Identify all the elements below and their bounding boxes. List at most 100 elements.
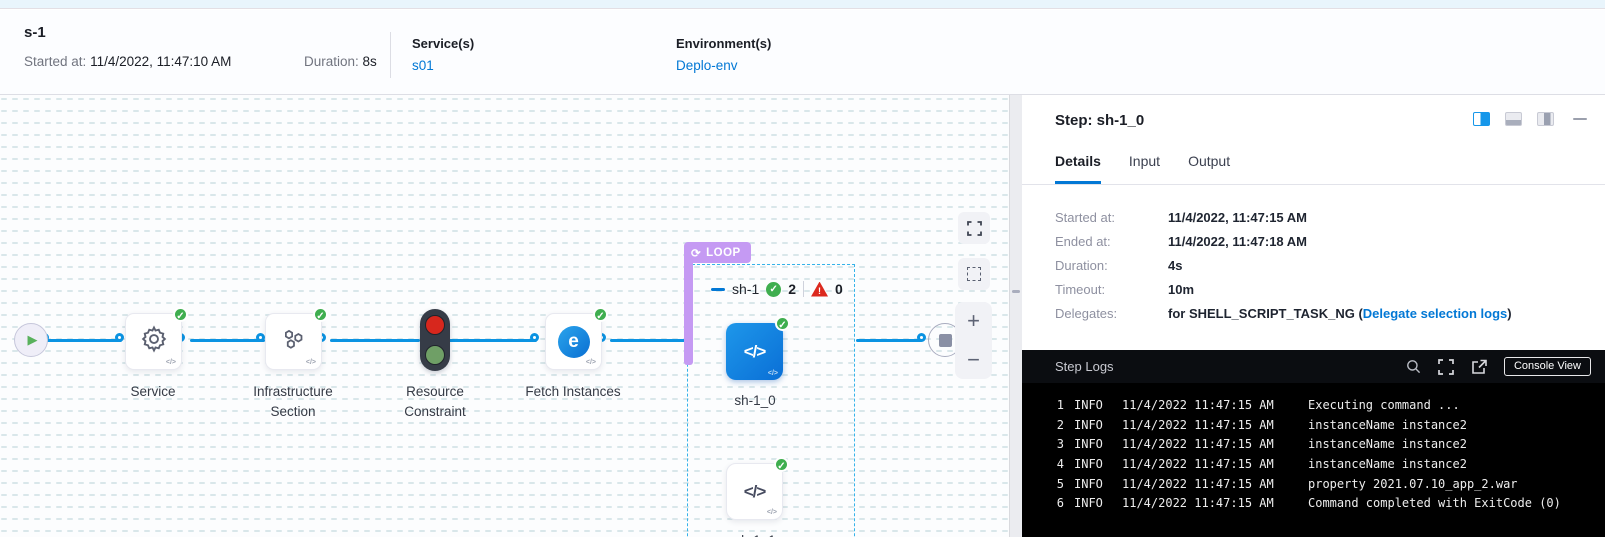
node-sh-1-1[interactable]: </> ✓ </>	[726, 463, 783, 520]
connector-line	[610, 339, 688, 342]
connector-dot	[917, 333, 926, 342]
detail-row-duration: Duration: 4s	[1055, 253, 1512, 277]
execution-header: s-1 Started at: 11/4/2022, 11:47:10 AM D…	[0, 10, 1605, 95]
node-label: Infrastructure Section	[233, 382, 353, 422]
tab-output[interactable]: Output	[1188, 153, 1230, 184]
step-details-list: Started at: 11/4/2022, 11:47:15 AM Ended…	[1055, 205, 1512, 325]
detail-row-timeout: Timeout: 10m	[1055, 277, 1512, 301]
success-badge: ✓	[774, 457, 789, 472]
loop-strip	[684, 261, 693, 365]
script-indicator-icon: </>	[166, 359, 176, 366]
traffic-light-red	[425, 315, 445, 335]
collapse-group-button[interactable]	[711, 288, 725, 291]
marquee-select-button[interactable]	[958, 258, 990, 290]
group-success-icon: ✓	[766, 282, 781, 297]
node-sh-1-0[interactable]: </> ✓ </>	[726, 323, 783, 380]
zoom-controls: + −	[955, 302, 992, 379]
log-message: Command completed with ExitCode (0)	[1308, 496, 1561, 510]
splitter-handle-icon	[1012, 290, 1020, 293]
loop-group-header: sh-1 ✓ 2 ! 0	[711, 281, 843, 297]
log-line-number: 1	[1048, 398, 1064, 412]
hexagons-icon	[279, 324, 309, 359]
log-line-number: 4	[1048, 457, 1064, 471]
connector-line	[330, 339, 420, 342]
expand-logs-icon[interactable]	[1438, 359, 1454, 375]
detail-label: Timeout:	[1055, 282, 1168, 297]
duration-label: Duration:	[304, 54, 359, 69]
environments-label: Environment(s)	[676, 36, 771, 51]
zoom-in-button[interactable]: +	[967, 310, 980, 332]
node-fetch-instances[interactable]: e ✓ </>	[545, 313, 602, 370]
minimize-icon[interactable]	[1573, 118, 1587, 121]
step-logs: Step Logs Console View 1	[1022, 350, 1605, 537]
connector-line	[856, 339, 922, 342]
header-divider	[390, 32, 391, 78]
duration: Duration: 8s	[304, 54, 377, 69]
node-infrastructure[interactable]: ✓ </>	[265, 313, 322, 370]
loop-badge: ⟳ LOOP	[684, 242, 751, 263]
node-resource-constraint[interactable]	[420, 309, 450, 371]
log-lines[interactable]: 1 INFO 11/4/2022 11:47:15 AM Executing c…	[1022, 383, 1605, 513]
script-indicator-icon: </>	[306, 359, 316, 366]
detail-label: Duration:	[1055, 258, 1168, 273]
open-in-new-icon[interactable]	[1471, 359, 1487, 375]
bottom-view-icon[interactable]	[1505, 112, 1522, 126]
script-indicator-icon: </>	[768, 370, 778, 377]
log-timestamp: 11/4/2022 11:47:15 AM	[1122, 496, 1306, 510]
split-view-icon[interactable]	[1473, 112, 1490, 126]
marquee-icon	[967, 267, 981, 281]
script-indicator-icon: </>	[586, 359, 596, 366]
log-timestamp: 11/4/2022 11:47:15 AM	[1122, 418, 1306, 432]
tab-input[interactable]: Input	[1129, 153, 1160, 184]
success-badge: ✓	[313, 307, 328, 322]
log-level: INFO	[1074, 457, 1116, 471]
log-message: instanceName instance2	[1308, 457, 1467, 471]
connector-dot	[530, 333, 539, 342]
detail-label: Ended at:	[1055, 234, 1168, 249]
environment-link[interactable]: Deplo-env	[676, 58, 738, 73]
right-view-icon[interactable]	[1537, 112, 1554, 126]
log-line-number: 5	[1048, 477, 1064, 491]
delegate-selection-logs-link[interactable]: Delegate selection logs	[1363, 306, 1508, 321]
started-at-value: 11/4/2022, 11:47:10 AM	[90, 54, 231, 69]
fetch-instances-icon: e	[558, 326, 590, 358]
step-logs-title: Step Logs	[1055, 359, 1406, 374]
log-message: property 2021.07.10_app_2.war	[1308, 477, 1518, 491]
log-line-number: 2	[1048, 418, 1064, 432]
log-line: 2 INFO 11/4/2022 11:47:15 AM instanceNam…	[1048, 415, 1605, 435]
step-panel-title: Step: sh-1_0	[1055, 112, 1144, 129]
log-level: INFO	[1074, 398, 1116, 412]
panel-splitter[interactable]	[1010, 95, 1022, 537]
search-icon[interactable]	[1406, 359, 1421, 374]
node-label: sh-1_1	[695, 531, 815, 537]
started-at-label: Started at:	[24, 54, 86, 69]
services-label: Service(s)	[412, 36, 474, 51]
log-timestamp: 11/4/2022 11:47:15 AM	[1122, 437, 1306, 451]
connector-line	[46, 339, 122, 342]
fit-to-screen-button[interactable]	[958, 212, 990, 244]
console-view-button[interactable]: Console View	[1504, 357, 1591, 376]
log-level: INFO	[1074, 437, 1116, 451]
success-badge: ✓	[173, 307, 188, 322]
tab-details[interactable]: Details	[1055, 153, 1101, 184]
delegates-value-suffix: )	[1507, 306, 1511, 321]
play-icon: ▶	[25, 332, 38, 348]
group-header-divider	[803, 281, 804, 297]
success-badge: ✓	[593, 307, 608, 322]
group-success-count: 2	[788, 281, 796, 297]
shell-script-icon: </>	[744, 482, 766, 502]
log-timestamp: 11/4/2022 11:47:15 AM	[1122, 398, 1306, 412]
start-node[interactable]: ▶	[14, 323, 48, 357]
gear-icon	[139, 324, 169, 359]
detail-row-ended: Ended at: 11/4/2022, 11:47:18 AM	[1055, 229, 1512, 253]
connector-dot	[115, 333, 124, 342]
log-line: 5 INFO 11/4/2022 11:47:15 AM property 20…	[1048, 474, 1605, 494]
started-at: Started at: 11/4/2022, 11:47:10 AM	[24, 54, 231, 69]
node-service[interactable]: ✓ </>	[125, 313, 182, 370]
connector-line	[448, 339, 537, 342]
pipeline-canvas[interactable]: ▶ ✓ </> Service ✓ </>	[0, 95, 1010, 537]
log-timestamp: 11/4/2022 11:47:15 AM	[1122, 457, 1306, 471]
log-line-number: 6	[1048, 496, 1064, 510]
service-link[interactable]: s01	[412, 58, 434, 73]
zoom-out-button[interactable]: −	[967, 349, 980, 371]
